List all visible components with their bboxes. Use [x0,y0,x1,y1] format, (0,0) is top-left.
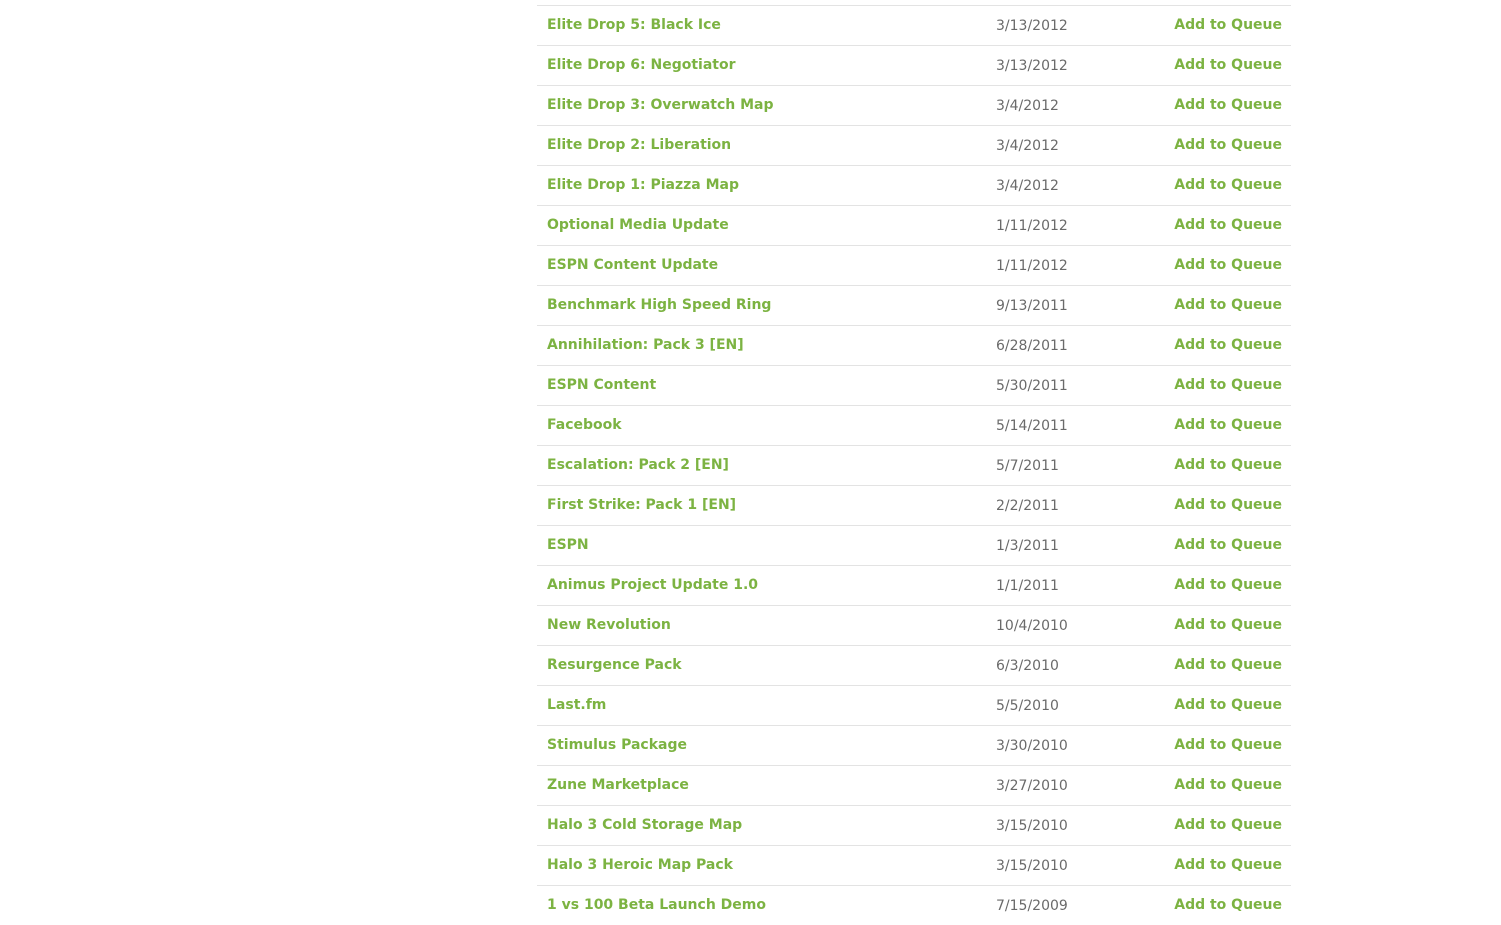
add-to-queue-link[interactable]: Add to Queue [1174,857,1282,873]
item-title-link[interactable]: Last.fm [547,697,606,713]
item-title-link[interactable]: Animus Project Update 1.0 [547,577,758,593]
item-date: 1/11/2012 [996,258,1068,274]
list-item: Halo 3 Cold Storage Map 3/15/2010 Add to Q… [537,806,1291,846]
list-item: Optional Media Update 1/11/2012 Add to Que… [537,206,1291,246]
list-item: New Revolution 10/4/2010 Add to Queue [537,606,1291,646]
add-to-queue-link[interactable]: Add to Queue [1174,497,1282,513]
list-item: ESPN Content 5/30/2011 Add to Queue [537,366,1291,406]
list-item: Zune Marketplace 3/27/2010 Add to Queue [537,766,1291,806]
list-item: Elite Drop 5: Black Ice 3/13/2012 Add to Q… [537,6,1291,46]
item-title-link[interactable]: Halo 3 Heroic Map Pack [547,857,733,873]
item-date: 3/4/2012 [996,138,1059,154]
add-to-queue-link[interactable]: Add to Queue [1174,257,1282,273]
add-to-queue-link[interactable]: Add to Queue [1174,337,1282,353]
item-title-link[interactable]: Facebook [547,417,622,433]
add-to-queue-link[interactable]: Add to Queue [1174,537,1282,553]
item-date: 5/14/2011 [996,418,1068,434]
list-item: Elite Drop 6: Negotiator 3/13/2012 Add to … [537,46,1291,86]
item-date: 3/15/2010 [996,858,1068,874]
item-title-link[interactable]: Optional Media Update [547,217,729,233]
item-title-link[interactable]: New Revolution [547,617,671,633]
item-title-link[interactable]: ESPN [547,537,589,553]
item-date: 3/4/2012 [996,98,1059,114]
list-item: Elite Drop 2: Liberation 3/4/2012 Add to Q… [537,126,1291,166]
item-title-link[interactable]: Elite Drop 1: Piazza Map [547,177,739,193]
add-to-queue-link[interactable]: Add to Queue [1174,577,1282,593]
item-title-link[interactable]: Elite Drop 3: Overwatch Map [547,97,774,113]
list-item: Benchmark High Speed Ring 9/13/2011 Add to… [537,286,1291,326]
item-title-link[interactable]: 1 vs 100 Beta Launch Demo [547,897,766,913]
item-date: 2/2/2011 [996,498,1059,514]
add-to-queue-link[interactable]: Add to Queue [1174,377,1282,393]
item-title-link[interactable]: ESPN Content Update [547,257,718,273]
add-to-queue-link[interactable]: Add to Queue [1174,897,1282,913]
list-item: First Strike: Pack 1 [EN] 2/2/2011 Add to … [537,486,1291,526]
item-title-link[interactable]: Escalation: Pack 2 [EN] [547,457,729,473]
list-item: Animus Project Update 1.0 1/1/2011 Add to … [537,566,1291,606]
list-item: ESPN Content Update 1/11/2012 Add to Queue [537,246,1291,286]
add-to-queue-link[interactable]: Add to Queue [1174,737,1282,753]
add-to-queue-link[interactable]: Add to Queue [1174,817,1282,833]
item-date: 6/3/2010 [996,658,1059,674]
item-title-link[interactable]: Elite Drop 2: Liberation [547,137,731,153]
item-title-link[interactable]: Benchmark High Speed Ring [547,297,771,313]
add-to-queue-link[interactable]: Add to Queue [1174,297,1282,313]
add-to-queue-link[interactable]: Add to Queue [1174,57,1282,73]
list-item: ESPN 1/3/2011 Add to Queue [537,526,1291,566]
item-date: 1/11/2012 [996,218,1068,234]
item-date: 3/13/2012 [996,18,1068,34]
add-to-queue-link[interactable]: Add to Queue [1174,777,1282,793]
item-date: 7/15/2009 [996,898,1068,914]
list-item: Facebook 5/14/2011 Add to Queue [537,406,1291,446]
item-date: 1/3/2011 [996,538,1059,554]
item-date: 3/30/2010 [996,738,1068,754]
downloads-list: Elite Drop 5: Black Ice 3/13/2012 Add to Q… [537,5,1291,925]
item-title-link[interactable]: Zune Marketplace [547,777,689,793]
item-title-link[interactable]: First Strike: Pack 1 [EN] [547,497,736,513]
list-item: Stimulus Package 3/30/2010 Add to Queue [537,726,1291,766]
item-date: 3/4/2012 [996,178,1059,194]
add-to-queue-link[interactable]: Add to Queue [1174,617,1282,633]
item-date: 1/1/2011 [996,578,1059,594]
list-item: Halo 3 Heroic Map Pack 3/15/2010 Add to Qu… [537,846,1291,886]
item-date: 3/15/2010 [996,818,1068,834]
item-title-link[interactable]: ESPN Content [547,377,656,393]
item-title-link[interactable]: Elite Drop 5: Black Ice [547,17,721,33]
item-title-link[interactable]: Resurgence Pack [547,657,682,673]
add-to-queue-link[interactable]: Add to Queue [1174,697,1282,713]
item-title-link[interactable]: Elite Drop 6: Negotiator [547,57,735,73]
item-date: 5/30/2011 [996,378,1068,394]
item-date: 9/13/2011 [996,298,1068,314]
add-to-queue-link[interactable]: Add to Queue [1174,17,1282,33]
add-to-queue-link[interactable]: Add to Queue [1174,457,1282,473]
list-item: 1 vs 100 Beta Launch Demo 7/15/2009 Add to… [537,886,1291,925]
list-item: Elite Drop 3: Overwatch Map 3/4/2012 Add t… [537,86,1291,126]
add-to-queue-link[interactable]: Add to Queue [1174,217,1282,233]
list-item: Elite Drop 1: Piazza Map 3/4/2012 Add to Q… [537,166,1291,206]
add-to-queue-link[interactable]: Add to Queue [1174,177,1282,193]
list-item: Resurgence Pack 6/3/2010 Add to Queue [537,646,1291,686]
item-title-link[interactable]: Annihilation: Pack 3 [EN] [547,337,744,353]
item-date: 5/5/2010 [996,698,1059,714]
item-date: 3/13/2012 [996,58,1068,74]
list-item: Escalation: Pack 2 [EN] 5/7/2011 Add to Qu… [537,446,1291,486]
add-to-queue-link[interactable]: Add to Queue [1174,417,1282,433]
list-item: Last.fm 5/5/2010 Add to Queue [537,686,1291,726]
item-date: 10/4/2010 [996,618,1068,634]
item-title-link[interactable]: Stimulus Package [547,737,687,753]
item-title-link[interactable]: Halo 3 Cold Storage Map [547,817,742,833]
item-date: 6/28/2011 [996,338,1068,354]
add-to-queue-link[interactable]: Add to Queue [1174,137,1282,153]
add-to-queue-link[interactable]: Add to Queue [1174,657,1282,673]
item-date: 5/7/2011 [996,458,1059,474]
add-to-queue-link[interactable]: Add to Queue [1174,97,1282,113]
list-item: Annihilation: Pack 3 [EN] 6/28/2011 Add to… [537,326,1291,366]
item-date: 3/27/2010 [996,778,1068,794]
